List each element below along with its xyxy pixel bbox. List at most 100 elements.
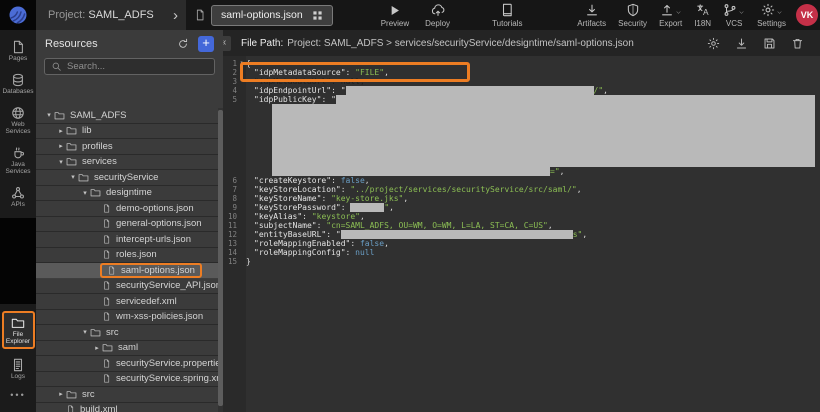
chevron-collapsed-icon[interactable]: ▸: [56, 127, 66, 135]
tree-item-services[interactable]: ▾services: [36, 155, 218, 171]
tree-item-securityservice[interactable]: ▾securityService: [36, 170, 218, 186]
search-box: [44, 58, 215, 75]
chevron-expanded-icon[interactable]: ▾: [80, 189, 90, 197]
tree-item-servicedef-xml[interactable]: servicedef.xml: [36, 294, 218, 310]
rail-item-apis[interactable]: APIs: [2, 184, 35, 210]
code-line-14: 14"roleMappingConfig": null: [223, 248, 820, 257]
databases-icon: [11, 73, 25, 87]
user-avatar[interactable]: VK: [796, 4, 818, 26]
refresh-icon[interactable]: [177, 38, 189, 50]
tree-item-saml[interactable]: ▸saml: [36, 341, 218, 357]
tree-item-src[interactable]: ▸src: [36, 387, 218, 403]
rail-item-pages[interactable]: Pages: [2, 38, 35, 64]
delete-button[interactable]: [791, 37, 804, 50]
preview-button[interactable]: Preview: [381, 3, 409, 28]
editor-settings-button[interactable]: [707, 37, 720, 50]
chevron-expanded-icon[interactable]: ▾: [68, 173, 78, 181]
code-line-13: 13"roleMappingEnabled": false,: [223, 239, 820, 248]
chevron-collapsed-icon[interactable]: ▸: [56, 142, 66, 150]
code-line-5: 5"idpPublicKey": ": [223, 95, 820, 104]
security-button[interactable]: Security: [618, 3, 647, 28]
tree-item-securityservice-properties[interactable]: securityService.properties: [36, 356, 218, 372]
line-number: 14: [223, 248, 237, 257]
code-line-6: 6"createKeystore": false,: [223, 176, 820, 185]
download-button[interactable]: [735, 37, 748, 50]
tree-item-saml-options-json[interactable]: saml-options.json: [36, 263, 218, 279]
chevron-collapsed-icon[interactable]: ▸: [92, 344, 102, 352]
tree-item-demo-options-json[interactable]: demo-options.json: [36, 201, 218, 217]
code-line-1: 1▾{: [223, 59, 820, 68]
grid-icon[interactable]: [312, 10, 323, 21]
app-logo-icon[interactable]: [0, 0, 36, 30]
search-input[interactable]: [67, 61, 208, 72]
tree-item-roles-json[interactable]: roles.json: [36, 248, 218, 264]
tab-saml-options[interactable]: saml-options.json: [211, 5, 333, 26]
fold-gutter: [237, 194, 246, 203]
fold-gutter: [237, 68, 246, 77]
pages-icon: [11, 40, 25, 54]
chevron-collapsed-icon[interactable]: ▸: [56, 390, 66, 398]
tree-item-lib[interactable]: ▸lib: [36, 124, 218, 140]
tutorials-icon: [500, 3, 514, 17]
file-path-prefix: File Path:: [241, 38, 283, 49]
line-number: 13: [223, 239, 237, 248]
tutorials-button[interactable]: Tutorials: [492, 3, 522, 28]
save-button[interactable]: [763, 37, 776, 50]
chevron-expanded-icon[interactable]: ▾: [44, 111, 54, 119]
app-window: Project: SAML_ADFS › saml-options.json P…: [0, 0, 820, 412]
code-line-15: 15}: [223, 257, 820, 266]
tree-item-build-xml[interactable]: build.xml: [36, 403, 218, 412]
chevron-expanded-icon[interactable]: ▾: [80, 328, 90, 336]
editor-toolbar: [707, 37, 804, 50]
rail-overflow-button[interactable]: •••: [10, 390, 25, 400]
tree-item-wm-xss-policies-json[interactable]: wm-xss-policies.json: [36, 310, 218, 326]
add-resource-button[interactable]: +: [198, 36, 214, 52]
fold-caret-icon[interactable]: ▾: [237, 59, 246, 68]
rail-item-web-services[interactable]: Web Services: [2, 104, 35, 137]
vcs-button[interactable]: VCS: [723, 3, 745, 28]
svg-text:A: A: [703, 7, 709, 17]
redacted-value: [350, 203, 384, 212]
tree-item-securityservice_api-json[interactable]: securityService_API.json: [36, 279, 218, 295]
line-number: 9: [223, 203, 237, 212]
vcs-icon: [723, 3, 737, 17]
redacted-value: [341, 230, 573, 239]
fold-gutter: [237, 104, 246, 167]
tree-item-saml_adfs[interactable]: ▾SAML_ADFS: [36, 108, 218, 124]
preview-icon: [388, 4, 401, 17]
rail-item-logs[interactable]: Logs: [2, 356, 35, 382]
chevron-down-icon: [675, 9, 682, 16]
deploy-button[interactable]: Deploy: [425, 3, 450, 28]
rail-item-java-services[interactable]: Java Services: [2, 144, 35, 177]
logs-icon: [11, 358, 25, 372]
file-tree: ▾SAML_ADFS▸lib▸profiles▾services▾securit…: [36, 108, 218, 412]
rail-item-databases[interactable]: Databases: [2, 71, 35, 97]
file-path-crumb: Project: SAML_ADFS > services/securitySe…: [287, 38, 634, 49]
tree-item-src[interactable]: ▾src: [36, 325, 218, 341]
topbar-actions-right: Artifacts Security Export AI18N VCS Settings: [577, 3, 786, 28]
i18n-button[interactable]: AI18N: [694, 3, 711, 28]
tree-item-profiles[interactable]: ▸profiles: [36, 139, 218, 155]
code-line-8: 8"keyStoreName": "key-store.jks",: [223, 194, 820, 203]
settings-button[interactable]: Settings: [757, 3, 786, 28]
tree-item-securityservice-spring-xml[interactable]: securityService.spring.xml: [36, 372, 218, 388]
chevron-expanded-icon[interactable]: ▾: [56, 158, 66, 166]
redacted-value: [346, 86, 594, 95]
tree-item-intercept-urls-json[interactable]: intercept-urls.json: [36, 232, 218, 248]
search-icon: [51, 61, 62, 72]
line-number: 11: [223, 221, 237, 230]
file-explorer-icon: [11, 316, 25, 330]
tree-scrollbar[interactable]: [218, 108, 223, 412]
fold-gutter: [237, 212, 246, 221]
code-line: =",: [223, 167, 820, 176]
line-number: 12: [223, 230, 237, 239]
tree-item-general-options-json[interactable]: general-options.json: [36, 217, 218, 233]
redacted-block: [272, 104, 815, 167]
tree-item-designtime[interactable]: ▾designtime: [36, 186, 218, 202]
export-button[interactable]: Export: [659, 3, 682, 28]
artifacts-button[interactable]: Artifacts: [577, 3, 606, 28]
rail-item-file-explorer[interactable]: File Explorer: [2, 311, 35, 349]
resources-header: Resources +: [36, 30, 223, 57]
code-editor[interactable]: 1▾{2"idpMetadataSource": "FILE",3"idpMet…: [223, 56, 820, 412]
artifacts-icon: [585, 3, 599, 17]
